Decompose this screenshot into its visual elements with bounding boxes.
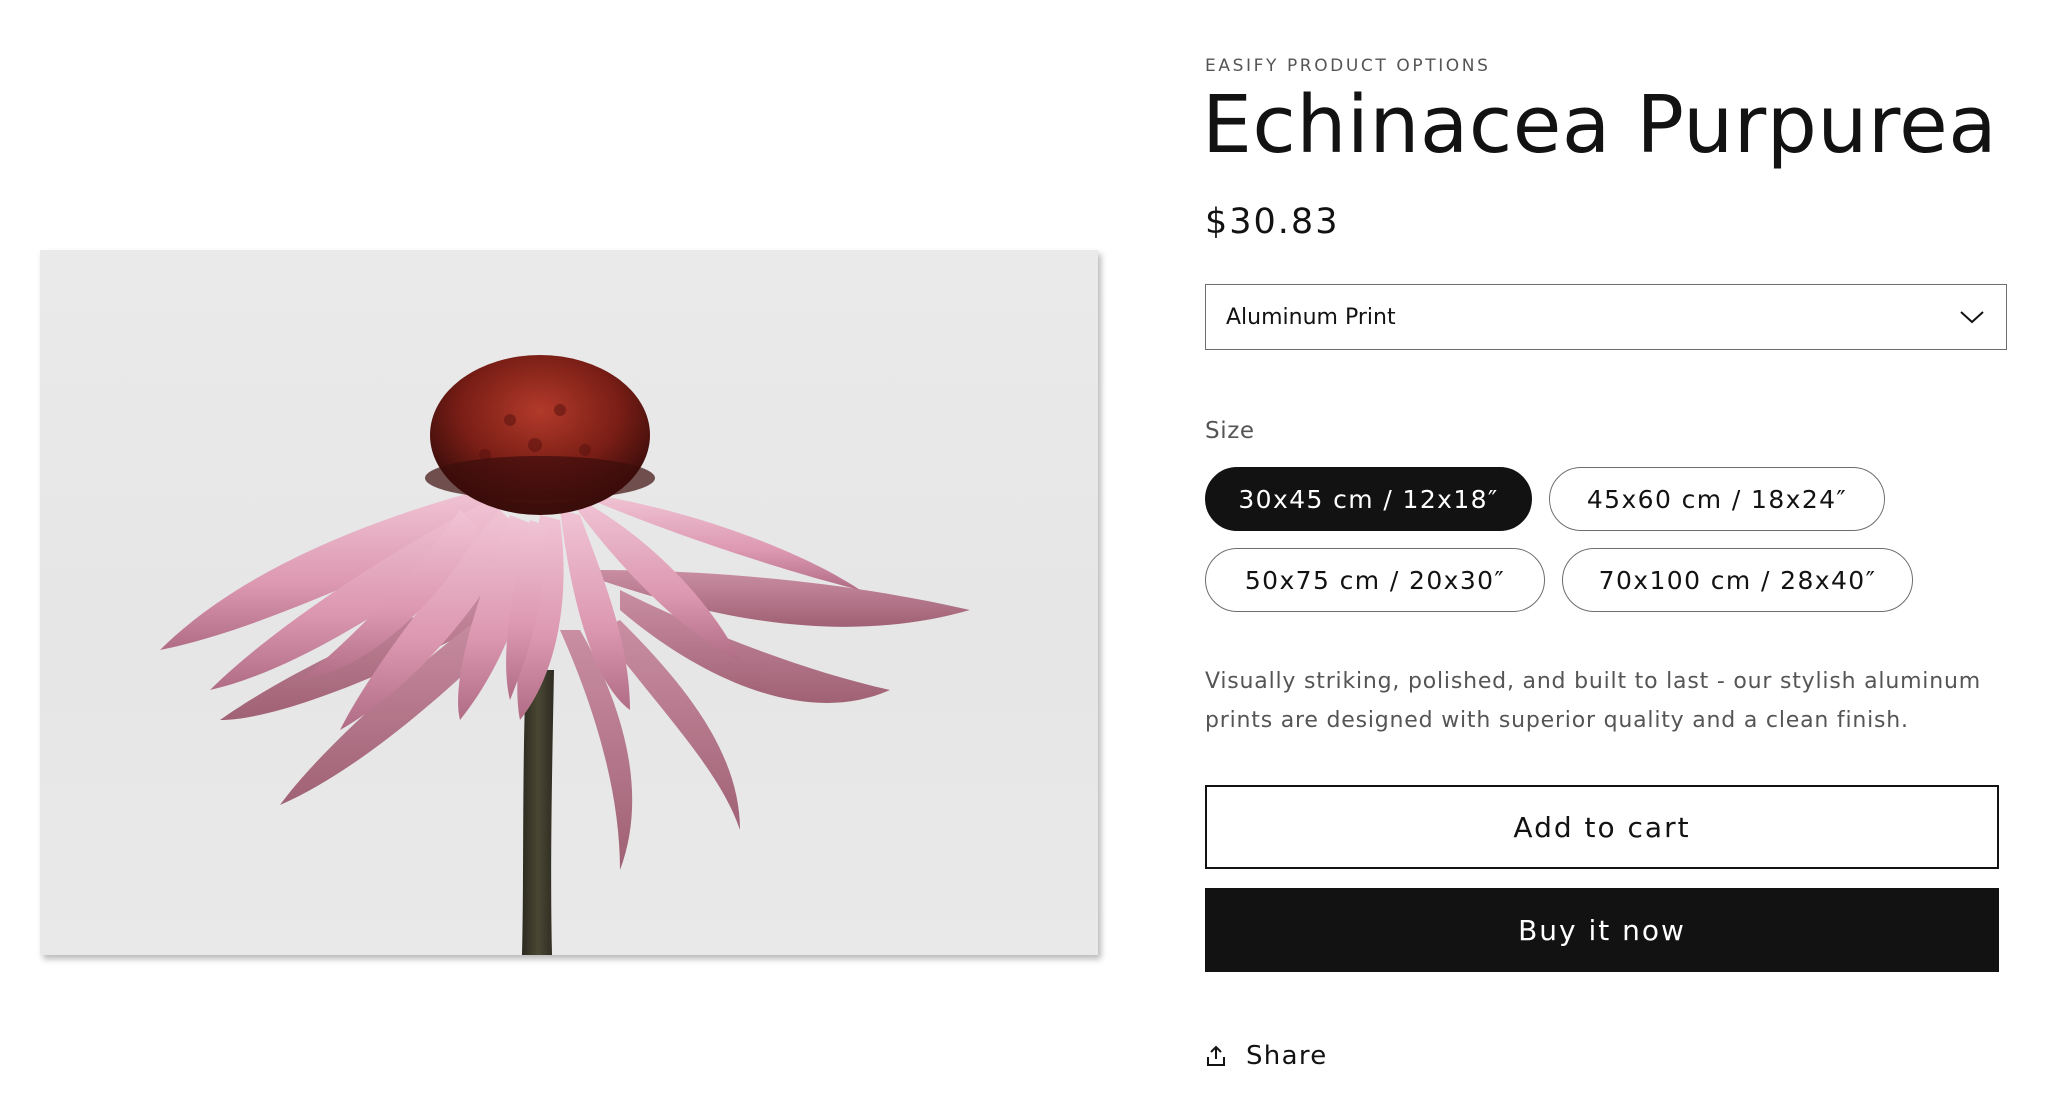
size-option-45x60[interactable]: 45x60 cm / 18x24″ [1549,467,1885,531]
material-select-value: Aluminum Print [1226,304,1396,330]
share-icon [1205,1044,1229,1068]
share-label: Share [1246,1041,1328,1071]
product-image[interactable] [40,250,1098,955]
size-option-70x100[interactable]: 70x100 cm / 28x40″ [1562,548,1913,612]
product-info: EASIFY PRODUCT OPTIONS Echinacea Purpure… [1202,0,2010,1102]
product-description: Visually striking, polished, and built t… [1205,669,1981,733]
product-vendor: EASIFY PRODUCT OPTIONS [1205,56,1491,76]
add-to-cart-button[interactable]: Add to cart [1205,785,1999,869]
material-select[interactable]: Aluminum Print [1205,284,2007,350]
size-option-30x45[interactable]: 30x45 cm / 12x18″ [1205,467,1532,531]
product-title: Echinacea Purpurea [1202,79,1998,171]
size-option-50x75[interactable]: 50x75 cm / 20x30″ [1205,548,1545,612]
size-label: Size [1205,418,1255,444]
share-button[interactable]: Share [1205,1036,1328,1076]
buy-now-button[interactable]: Buy it now [1205,888,1999,972]
echinacea-flower-illustration [160,355,970,955]
chevron-down-icon [1958,308,1986,326]
product-price: $30.83 [1205,202,1340,242]
